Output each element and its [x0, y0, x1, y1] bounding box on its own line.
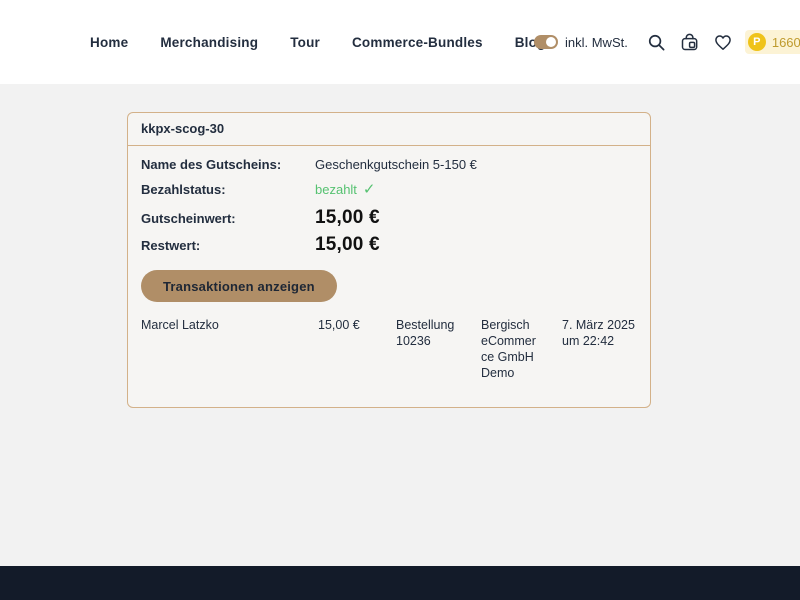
transaction-company: Bergisch eCommerce GmbH Demo	[481, 317, 562, 381]
voucher-card-body: Name des Gutscheins: Geschenkgutschein 5…	[128, 146, 650, 407]
transaction-date: 7. März 2025 um 22:42	[562, 317, 637, 381]
transaction-amount: 15,00 €	[318, 317, 396, 381]
voucher-value-row: Gutscheinwert: 15,00 €	[141, 207, 637, 229]
footer-bar	[0, 566, 800, 600]
voucher-detail-card: kkpx-scog-30 Name des Gutscheins: Gesche…	[127, 112, 651, 408]
nav-item-commerce-bundles[interactable]: Commerce-Bundles	[352, 35, 483, 50]
voucher-name-label: Name des Gutscheins:	[141, 157, 315, 172]
check-icon: ✓	[363, 182, 376, 197]
nav-item-home[interactable]: Home	[90, 35, 128, 50]
page-content: kkpx-scog-30 Name des Gutscheins: Gesche…	[0, 84, 800, 566]
remaining-value-amount: 15,00 €	[315, 234, 380, 256]
voucher-value-label: Gutscheinwert:	[141, 211, 315, 226]
voucher-name-value: Geschenkgutschein 5-150 €	[315, 157, 477, 172]
vat-toggle[interactable]	[534, 35, 558, 49]
wishlist-heart-icon[interactable]	[713, 32, 733, 52]
vat-toggle-knob	[546, 37, 556, 47]
show-transactions-button[interactable]: Transaktionen anzeigen	[141, 270, 337, 302]
transaction-customer-name: Marcel Latzko	[141, 317, 318, 381]
transaction-row: Marcel Latzko 15,00 € Bestellung 10236 B…	[141, 317, 637, 381]
voucher-value-amount: 15,00 €	[315, 207, 380, 229]
points-value: 1660	[772, 35, 800, 50]
voucher-name-row: Name des Gutscheins: Geschenkgutschein 5…	[141, 157, 637, 172]
top-navigation-bar: Home Merchandising Tour Commerce-Bundles…	[0, 0, 800, 84]
points-icon: P	[748, 33, 766, 51]
nav-item-tour[interactable]: Tour	[290, 35, 320, 50]
payment-status-row: Bezahlstatus: bezahlt ✓	[141, 182, 637, 197]
vat-toggle-label: inkl. MwSt.	[565, 35, 628, 50]
payment-status-value: bezahlt ✓	[315, 182, 376, 197]
shopping-bag-icon[interactable]	[680, 32, 700, 52]
payment-status-text: bezahlt	[315, 182, 357, 197]
header-controls: inkl. MwSt. P 1660	[534, 0, 800, 84]
main-nav: Home Merchandising Tour Commerce-Bundles…	[90, 0, 546, 84]
remaining-value-row: Restwert: 15,00 €	[141, 234, 637, 256]
remaining-value-label: Restwert:	[141, 238, 315, 253]
transaction-order: Bestellung 10236	[396, 317, 481, 381]
payment-status-label: Bezahlstatus:	[141, 182, 315, 197]
nav-item-merchandising[interactable]: Merchandising	[160, 35, 258, 50]
voucher-code: kkpx-scog-30	[128, 113, 650, 146]
points-badge[interactable]: P 1660	[745, 30, 800, 54]
search-icon[interactable]	[647, 32, 667, 52]
